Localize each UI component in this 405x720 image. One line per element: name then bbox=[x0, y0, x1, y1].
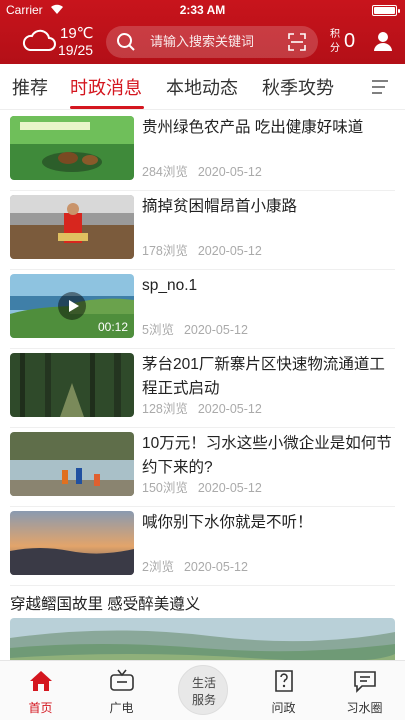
weather-temp: 19℃ bbox=[60, 25, 94, 42]
news-date: 2020-05-12 bbox=[197, 244, 262, 258]
news-thumbnail bbox=[10, 511, 134, 575]
news-list: 贵州绿色农产品 吃出健康好味道 284浏览 2020-05-12 摘掉贫困帽昂首小… bbox=[0, 110, 405, 660]
search-icon bbox=[117, 33, 135, 51]
news-item[interactable]: 茅台201厂新寨片区快速物流通道工程正式启动 128浏览 2020-05-12 bbox=[10, 353, 395, 427]
search-input[interactable]: 请输入搜索关键词 bbox=[150, 26, 254, 58]
points-widget[interactable]: 积分 0 bbox=[330, 26, 360, 58]
tab-local[interactable]: 本地动态 bbox=[166, 74, 238, 100]
news-title: 贵州绿色农产品 吃出健康好味道 bbox=[142, 119, 364, 136]
nav-inquiry[interactable]: 问政 bbox=[243, 661, 324, 720]
divider bbox=[10, 269, 395, 270]
news-item[interactable]: 00:12 sp_no.1 5浏览 2020-05-12 bbox=[10, 274, 395, 348]
nav-home-label: 首页 bbox=[28, 701, 53, 715]
news-views: 5浏览 bbox=[142, 323, 174, 337]
news-title: 10万元！习水这些小微企业是如何节约下来的? bbox=[142, 435, 392, 476]
news-thumbnail bbox=[10, 116, 134, 180]
divider bbox=[10, 506, 395, 507]
news-views: 2浏览 bbox=[142, 560, 174, 574]
news-date: 2020-05-12 bbox=[183, 560, 248, 574]
battery-icon bbox=[372, 5, 400, 16]
cloud-icon bbox=[22, 29, 56, 51]
nav-circle-label: 习水圈 bbox=[346, 701, 383, 715]
news-meta: 284浏览 2020-05-12 bbox=[142, 161, 262, 180]
tv-icon bbox=[110, 669, 134, 691]
news-date: 2020-05-12 bbox=[183, 323, 248, 337]
home-icon bbox=[30, 671, 52, 691]
chat-icon bbox=[354, 671, 376, 693]
question-icon bbox=[275, 670, 293, 692]
video-duration: 00:12 bbox=[97, 320, 128, 334]
news-thumbnail bbox=[10, 432, 134, 496]
points-label: 积分 bbox=[330, 29, 340, 54]
news-title: 喊你别下水你就是不听！ bbox=[142, 514, 313, 531]
status-time: 2:33 AM bbox=[179, 3, 226, 17]
divider bbox=[10, 427, 395, 428]
user-icon[interactable] bbox=[373, 31, 393, 51]
divider bbox=[10, 190, 395, 191]
news-views: 284浏览 bbox=[142, 165, 188, 179]
tab-autumn[interactable]: 秋季攻势 bbox=[262, 74, 334, 100]
news-title: 摘掉贫困帽昂首小康路 bbox=[142, 198, 298, 215]
nav-broadcast[interactable]: 广电 bbox=[81, 661, 162, 720]
news-title: sp_no.1 bbox=[142, 277, 198, 294]
divider bbox=[10, 348, 395, 349]
news-date: 2020-05-12 bbox=[197, 481, 262, 495]
news-item[interactable]: 喊你别下水你就是不听！ 2浏览 2020-05-12 bbox=[10, 511, 395, 585]
play-icon[interactable] bbox=[58, 292, 86, 320]
news-item[interactable]: 摘掉贫困帽昂首小康路 178浏览 2020-05-12 bbox=[10, 195, 395, 269]
life-service-button[interactable]: 生活 服务 bbox=[178, 665, 228, 715]
nav-home[interactable]: 首页 bbox=[0, 661, 81, 720]
news-title: 茅台201厂新寨片区快速物流通道工程正式启动 bbox=[142, 356, 385, 397]
video-thumbnail: 00:12 bbox=[10, 274, 134, 338]
news-date: 2020-05-12 bbox=[197, 165, 262, 179]
news-item[interactable]: 10万元！习水这些小微企业是如何节约下来的? 150浏览 2020-05-12 bbox=[10, 432, 395, 506]
weather-range: 19/25 bbox=[58, 42, 94, 58]
divider bbox=[10, 585, 395, 586]
news-thumbnail bbox=[10, 195, 134, 259]
life-service-line2: 服务 bbox=[191, 693, 216, 707]
weather-widget[interactable]: 19℃ 19/25 bbox=[22, 24, 102, 60]
status-bar: Carrier 2:33 AM bbox=[0, 0, 405, 20]
news-item[interactable]: 贵州绿色农产品 吃出健康好味道 284浏览 2020-05-12 bbox=[10, 116, 395, 190]
news-views: 178浏览 bbox=[142, 244, 188, 258]
news-views: 150浏览 bbox=[142, 481, 188, 495]
news-meta: 150浏览 2020-05-12 bbox=[142, 477, 262, 496]
nav-circle[interactable]: 习水圈 bbox=[324, 661, 405, 720]
news-meta: 5浏览 2020-05-12 bbox=[142, 319, 248, 338]
feature-image[interactable] bbox=[10, 618, 395, 660]
feature-title[interactable]: 穿越鳛国故里 感受醉美遵义 bbox=[10, 592, 200, 614]
active-tab-indicator bbox=[70, 106, 144, 109]
tab-recommend[interactable]: 推荐 bbox=[12, 74, 48, 100]
news-meta: 128浏览 2020-05-12 bbox=[142, 398, 262, 417]
life-service-line1: 生活 bbox=[191, 676, 216, 690]
news-meta: 178浏览 2020-05-12 bbox=[142, 240, 262, 259]
points-value: 0 bbox=[344, 30, 356, 52]
news-meta: 2浏览 2020-05-12 bbox=[142, 556, 248, 575]
nav-broadcast-label: 广电 bbox=[109, 701, 134, 715]
menu-icon[interactable] bbox=[370, 77, 390, 97]
header-bar: Carrier 2:33 AM 19℃ 19/25 请输入搜索关键词 积分 0 bbox=[0, 0, 405, 64]
news-views: 128浏览 bbox=[142, 402, 188, 416]
search-bar[interactable]: 请输入搜索关键词 bbox=[106, 26, 318, 58]
scan-icon[interactable] bbox=[288, 33, 306, 51]
nav-inquiry-label: 问政 bbox=[271, 701, 296, 715]
category-tabs: 推荐 时政消息 本地动态 秋季攻势 bbox=[0, 64, 405, 110]
news-date: 2020-05-12 bbox=[197, 402, 262, 416]
news-thumbnail bbox=[10, 353, 134, 417]
tab-politics[interactable]: 时政消息 bbox=[70, 74, 142, 100]
